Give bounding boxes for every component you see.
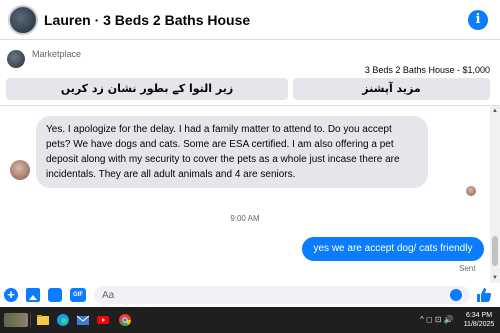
gif-icon[interactable]: GIF — [70, 288, 86, 302]
taskbar-clock[interactable]: 6:34 PM 11/8/2025 — [460, 311, 498, 329]
read-receipt-avatar — [466, 186, 476, 196]
outgoing-message[interactable]: yes we are accept dog/ cats friendly — [302, 237, 484, 261]
edge-browser-icon[interactable] — [56, 313, 70, 327]
sticker-icon[interactable] — [48, 288, 62, 302]
scroll-down-arrow-icon[interactable]: ▼ — [492, 275, 498, 281]
thread-scrollbar[interactable]: ▲ ▼ — [490, 106, 500, 283]
messenger-window: Lauren · 3 Beds 2 Baths House i Marketpl… — [0, 0, 500, 333]
scroll-thumb[interactable] — [492, 236, 498, 266]
listing-title-price[interactable]: 3 Beds 2 Baths House - $1,000 — [365, 65, 490, 75]
scroll-up-arrow-icon[interactable]: ▲ — [492, 108, 498, 114]
marketplace-label: Marketplace — [32, 49, 82, 59]
sent-status: Sent — [459, 264, 476, 273]
file-explorer-icon[interactable] — [36, 313, 50, 327]
photo-icon[interactable] — [26, 288, 40, 302]
more-options-button[interactable]: مزید آپشنز — [293, 78, 490, 100]
emoji-icon[interactable] — [450, 289, 462, 301]
taskbar-separator — [30, 313, 31, 327]
plus-icon[interactable]: + — [4, 288, 18, 302]
info-icon[interactable]: i — [468, 10, 488, 30]
message-input[interactable] — [94, 286, 470, 304]
listing-thumbnail[interactable] — [7, 50, 25, 68]
taskbar-window-thumbnail[interactable] — [4, 313, 28, 327]
os-taskbar: ^ ◻ ⊡ 🔊 6:34 PM 11/8/2025 — [0, 307, 500, 333]
listing-avatar[interactable] — [8, 5, 38, 35]
message-timestamp: 9:00 AM — [230, 214, 260, 223]
message-composer: + GIF — [0, 283, 500, 307]
incoming-message[interactable]: Yes. I apologize for the delay. I had a … — [36, 116, 428, 188]
message-thread: Yes. I apologize for the delay. I had a … — [0, 106, 490, 283]
mail-icon[interactable] — [76, 313, 90, 327]
chrome-icon[interactable] — [118, 313, 132, 327]
mark-pending-button[interactable]: زیر التوا کے بطور نشان زد کریں — [6, 78, 288, 100]
system-tray[interactable]: ^ ◻ ⊡ 🔊 — [420, 315, 460, 325]
youtube-icon[interactable] — [96, 313, 110, 327]
like-icon[interactable] — [476, 287, 492, 303]
marketplace-panel: Marketplace 3 Beds 2 Baths House - $1,00… — [0, 40, 500, 106]
sender-avatar[interactable] — [10, 160, 30, 180]
clock-date: 11/8/2025 — [463, 321, 495, 328]
conversation-header: Lauren · 3 Beds 2 Baths House i — [0, 0, 500, 40]
conversation-title[interactable]: Lauren · 3 Beds 2 Baths House — [44, 12, 250, 28]
clock-time: 6:34 PM — [465, 312, 493, 319]
